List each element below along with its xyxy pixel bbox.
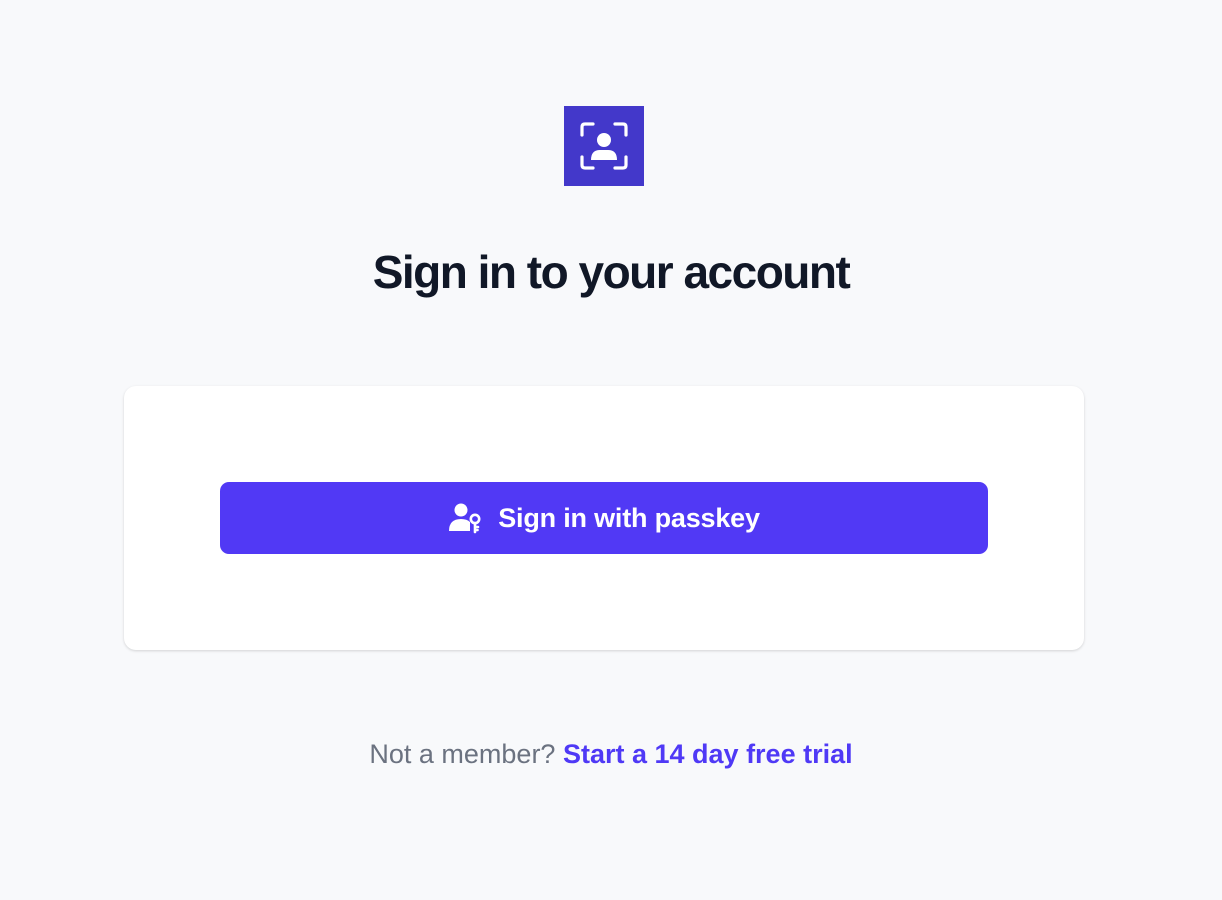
user-key-icon xyxy=(448,501,482,535)
signup-prompt: Not a member? Start a 14 day free trial xyxy=(0,734,1222,774)
passkey-button-label: Sign in with passkey xyxy=(498,502,760,533)
signup-prompt-text: Not a member? xyxy=(369,739,556,769)
app-logo xyxy=(564,106,644,186)
sign-in-card: Sign in with passkey xyxy=(124,386,1084,650)
sign-in-page: Sign in to your account Sign in with pas… xyxy=(0,0,1222,900)
page-title: Sign in to your account xyxy=(372,246,851,298)
user-scan-icon xyxy=(580,122,628,170)
sign-in-with-passkey-button[interactable]: Sign in with passkey xyxy=(220,482,988,554)
free-trial-link[interactable]: Start a 14 day free trial xyxy=(563,739,853,769)
